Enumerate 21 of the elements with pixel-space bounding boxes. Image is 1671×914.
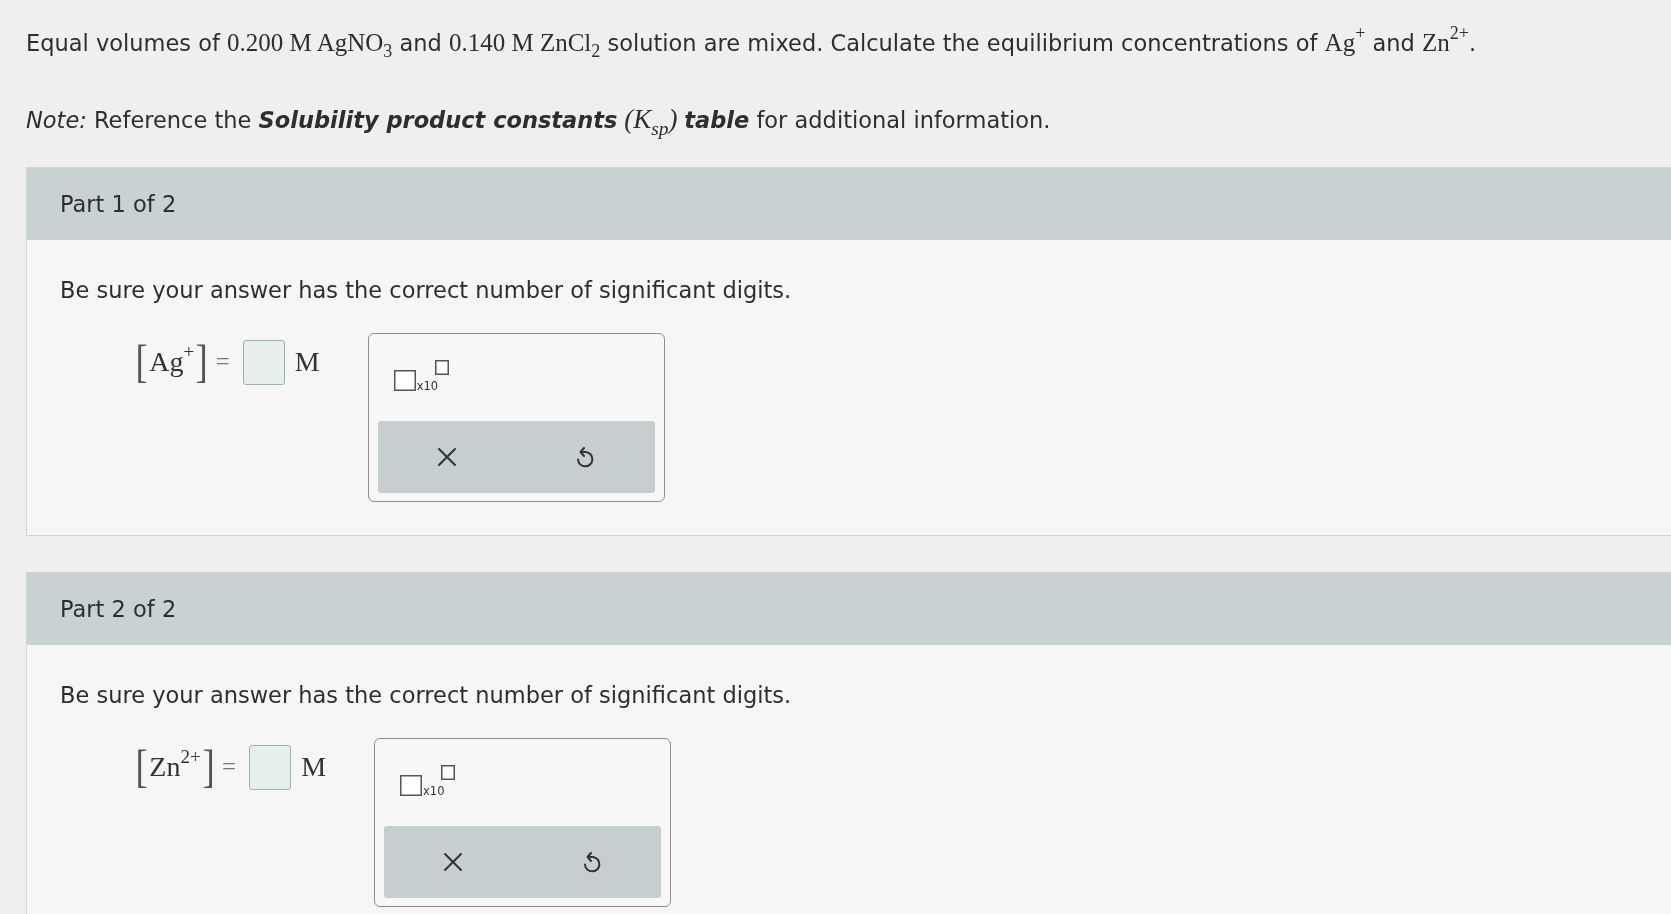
empty-square-icon — [441, 765, 456, 780]
unit-label: M — [294, 346, 320, 378]
scientific-notation-button[interactable]: x10 — [393, 360, 450, 392]
scientific-notation-button[interactable]: x10 — [400, 765, 456, 797]
question-text: Equal volumes of 0.200 M AgNO$_{3}$ and 0.140 M ZnCl$_{2}$ solution are mixed. Calculate the equilibrium concentrations of Ag$^{+}$ and Zn$^{2+}$. — [26, 27, 1477, 59]
instruction-text: Be sure your answer has the correct number of significant digits. — [60, 276, 792, 304]
empty-square-icon — [393, 370, 416, 391]
instruction-text: Be sure your answer has the correct number of significant digits. — [60, 681, 792, 709]
equation-label: [Ag$^{+}$] = — [134, 339, 230, 385]
empty-square-icon — [400, 775, 423, 796]
equation-label: [Zn$^{2+}$] = — [134, 744, 237, 790]
part-title: Part 2 of 2 — [60, 596, 177, 622]
undo-icon — [575, 446, 596, 468]
undo-icon — [581, 851, 602, 873]
close-icon — [443, 852, 464, 872]
part-title: Part 1 of 2 — [60, 191, 177, 217]
empty-square-icon — [435, 360, 450, 375]
unit-label: M — [301, 751, 327, 783]
answer-box[interactable] — [242, 339, 285, 385]
answer-box[interactable] — [249, 744, 292, 790]
close-icon — [436, 447, 457, 467]
